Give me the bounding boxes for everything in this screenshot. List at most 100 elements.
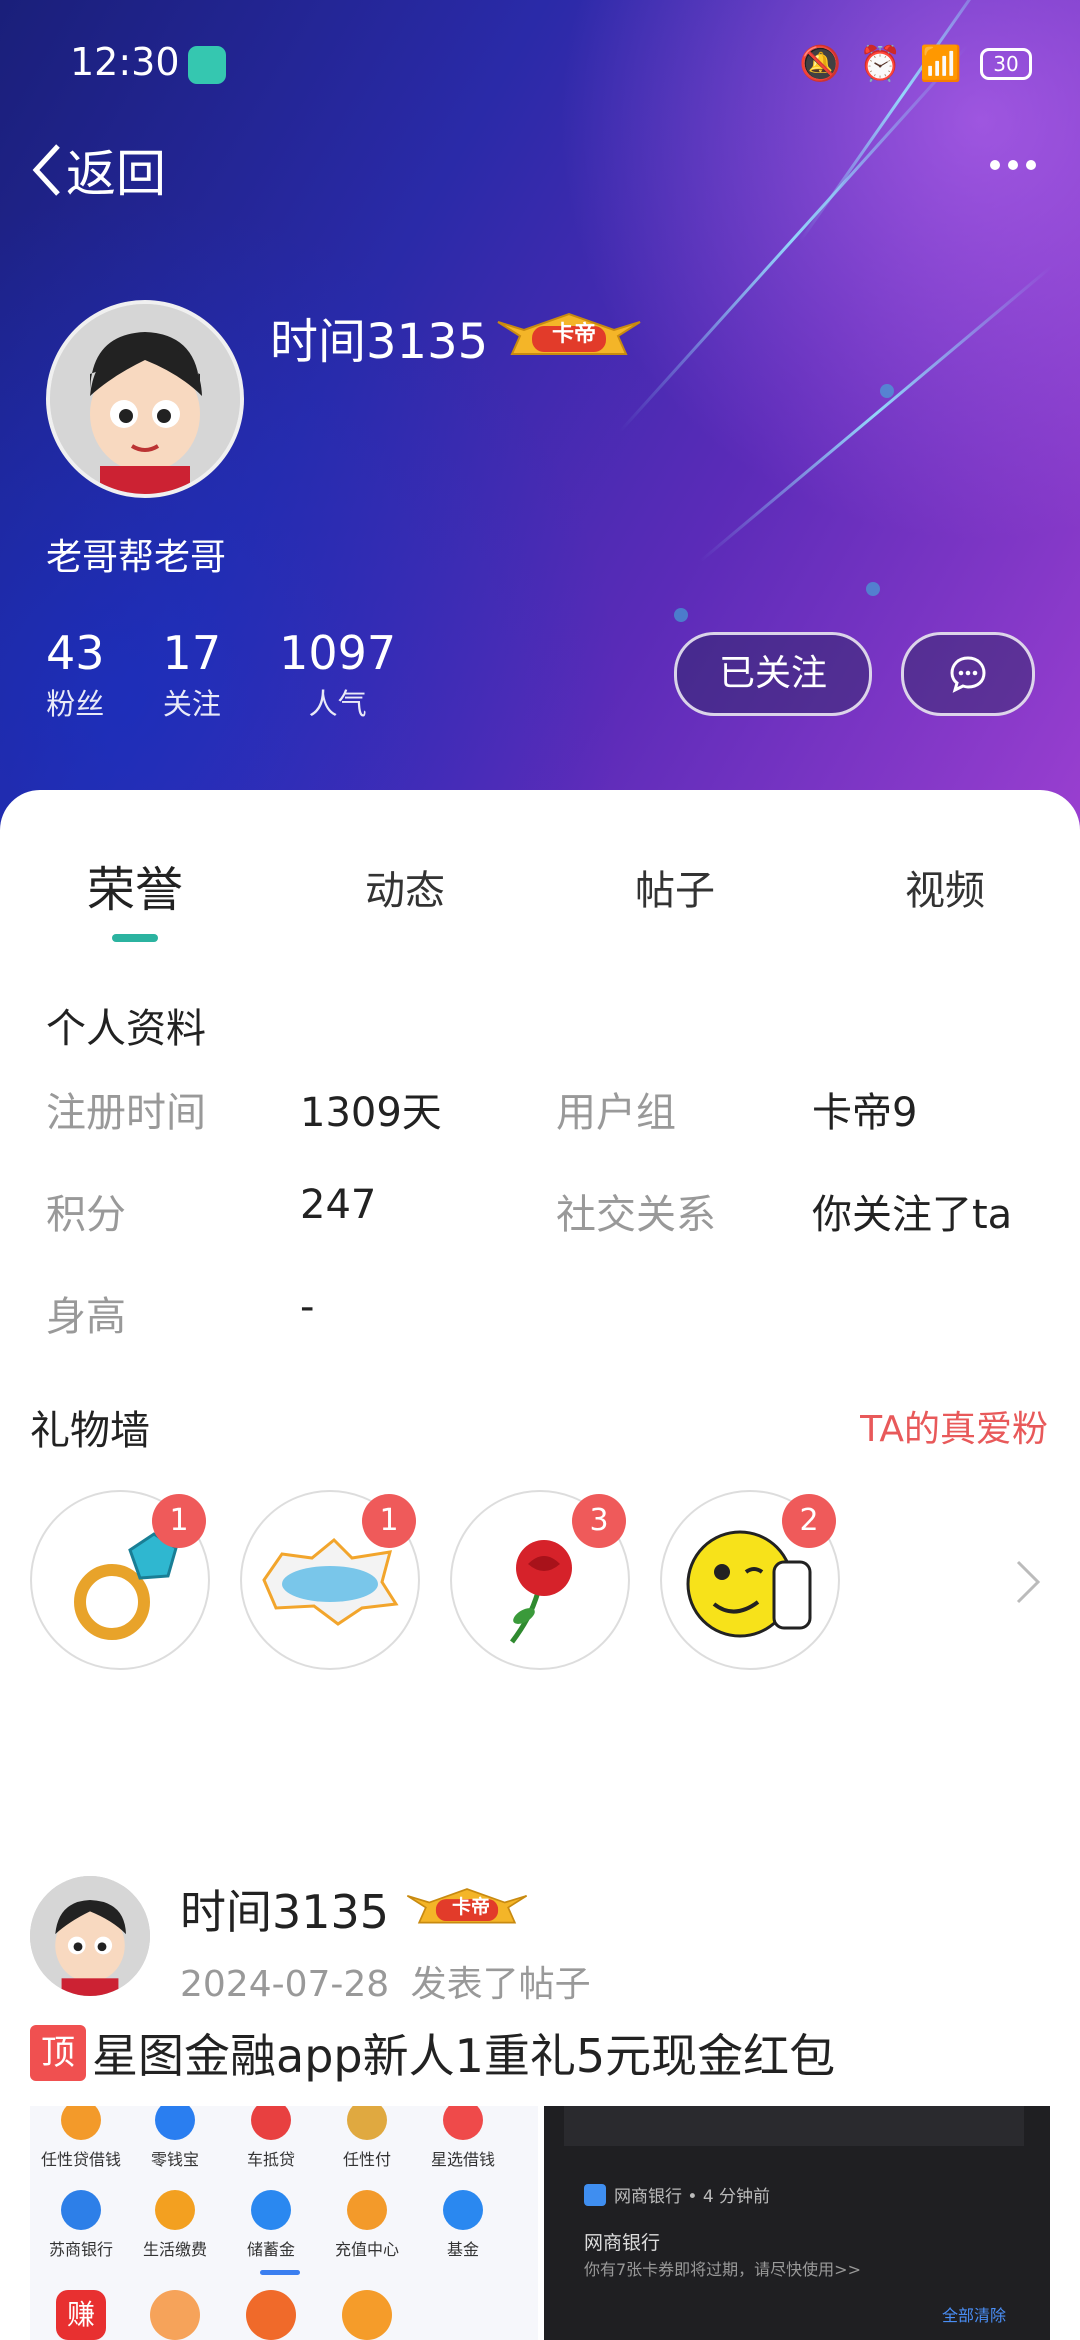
chevron-right-icon[interactable] — [1014, 1558, 1042, 1606]
battery-icon: 30 — [980, 48, 1032, 80]
post-author-name[interactable]: 时间3135 — [180, 1876, 389, 1942]
thumb-menu-item — [130, 2290, 220, 2340]
back-label: 返回 — [66, 145, 166, 203]
avatar-cartoon-icon — [30, 1876, 150, 1996]
username: 时间3135 — [270, 314, 489, 370]
follow-button[interactable]: 已关注 — [674, 632, 872, 716]
info-key: 社交关系 — [556, 1192, 716, 1238]
thumb-menu-item: 储蓄金 — [226, 2190, 316, 2260]
thumb-menu-item: 零钱宝 — [130, 2106, 220, 2170]
tab-videos[interactable]: 视频 — [845, 858, 1045, 916]
post-title-text: 星图金融app新人1重礼5元现金红包 — [92, 2029, 836, 2083]
gift-wall-title: 礼物墙 — [30, 1408, 150, 1454]
thumb-notification-app: 网商银行 • 4 分钟前 — [614, 2187, 771, 2207]
tab-posts[interactable]: 帖子 — [575, 858, 775, 916]
post-meta: 2024-07-28 发表了帖子 — [180, 1955, 591, 2007]
gift-item[interactable]: 3 — [450, 1490, 630, 1670]
message-button[interactable] — [901, 632, 1035, 716]
info-key: 积分 — [46, 1192, 126, 1238]
true-fans-link[interactable]: TA的真爱粉 — [860, 1400, 1048, 1452]
stat-popularity: 1097 人气 — [279, 625, 396, 723]
stat-label: 人气 — [308, 687, 367, 721]
chevron-left-icon — [32, 144, 60, 196]
decor-dot — [866, 582, 880, 596]
stats-row: 43 粉丝 17 关注 1097 人气 — [46, 625, 396, 723]
thumb-menu-item: 生活缴费 — [130, 2190, 220, 2260]
wifi-icon: 📶 — [919, 44, 962, 84]
info-key: 注册时间 — [46, 1090, 206, 1136]
post-author-avatar[interactable] — [30, 1876, 150, 1996]
thumb-menu-item: 充值中心 — [322, 2190, 412, 2260]
back-button[interactable]: 返回 — [30, 134, 166, 206]
decor-dot — [880, 384, 894, 398]
gift-count-badge: 1 — [362, 1494, 416, 1548]
gift-count-badge: 2 — [782, 1494, 836, 1548]
info-value: 卡帝9 — [812, 1090, 918, 1136]
thumb-menu-item: 车抵贷 — [226, 2106, 316, 2170]
more-options-button[interactable] — [990, 160, 1036, 170]
gift-item[interactable]: 1 — [30, 1490, 210, 1670]
stat-value: 43 — [46, 626, 105, 680]
info-value: - — [300, 1284, 315, 1330]
app-notification-icon — [188, 46, 226, 84]
tab-honor[interactable]: 荣誉 — [35, 850, 235, 920]
thumb-pager — [260, 2270, 300, 2275]
stat-value: 17 — [162, 626, 222, 680]
gift-count-badge: 3 — [572, 1494, 626, 1548]
rank-badge: 卡帝 — [404, 1884, 530, 1926]
info-value: 你关注了ta — [812, 1192, 1013, 1238]
tab-activity[interactable]: 动态 — [305, 858, 505, 916]
chat-bubble-icon — [950, 656, 986, 693]
light-streak — [798, 0, 1008, 243]
thumb-menu-item: 星选借钱 — [418, 2106, 508, 2170]
info-key: 用户组 — [556, 1090, 676, 1136]
post-image-2[interactable]: 网商银行 • 4 分钟前 网商银行 你有7张卡券即将过期，请尽快使用>> 全部清… — [544, 2106, 1050, 2340]
light-streak — [699, 264, 1054, 563]
status-icons: 🔕 ⏰ 📶 30 — [799, 44, 1032, 84]
info-key: 身高 — [46, 1294, 126, 1340]
stat-label: 粉丝 — [46, 687, 105, 721]
info-value: 1309天 — [300, 1090, 442, 1136]
rank-badge-label: 卡帝 — [452, 1896, 491, 1918]
gift-item[interactable]: 1 — [240, 1490, 420, 1670]
bank-app-icon — [584, 2183, 606, 2206]
thumb-menu-item: 苏商银行 — [36, 2190, 126, 2260]
stat-label: 关注 — [162, 687, 221, 721]
pinned-tag: 顶 — [30, 2025, 86, 2081]
thumb-menu-item: 任性贷借钱 — [36, 2106, 126, 2170]
profile-info-title: 个人资料 — [46, 1006, 206, 1052]
avatar-cartoon-icon — [50, 304, 240, 494]
gift-count-badge: 1 — [152, 1494, 206, 1548]
stat-fans[interactable]: 43 粉丝 — [46, 625, 105, 723]
active-tab-indicator — [112, 934, 158, 942]
thumb-menu-item: 赚 — [36, 2290, 126, 2340]
thumb-notification-header: 网商银行 • 4 分钟前 — [584, 2182, 770, 2207]
stat-value: 1097 — [279, 626, 397, 680]
light-streak — [618, 44, 970, 433]
thumb-menu-item: 基金 — [418, 2190, 508, 2260]
decor-dot — [674, 608, 688, 622]
rank-badge-label: 卡帝 — [552, 322, 597, 347]
user-bio: 老哥帮老哥 — [46, 537, 227, 578]
info-value: 247 — [300, 1182, 377, 1228]
thumb-menu-item — [322, 2290, 412, 2340]
thumb-notification-body: 你有7张卡券即将过期，请尽快使用>> — [584, 2260, 861, 2279]
post-image-1[interactable]: 任性贷借钱 零钱宝 车抵贷 任性付 星选借钱 苏商银行 生活缴费 储蓄金 充值中… — [30, 2106, 538, 2340]
post-title[interactable]: 顶 星图金融app新人1重礼5元现金红包 — [30, 2020, 835, 2086]
post-action: 发表了帖子 — [410, 1964, 591, 2005]
thumb-clear-all: 全部清除 — [941, 2306, 1006, 2325]
thumb-menu-item: 任性付 — [322, 2106, 412, 2170]
thumb-menu-item — [226, 2290, 316, 2340]
thumb-notification-top — [564, 2106, 1024, 2146]
gift-item[interactable]: 2 — [660, 1490, 840, 1670]
tab-bar: 荣誉 动态 帖子 视频 — [0, 850, 1080, 940]
post-date: 2024-07-28 — [180, 1964, 390, 2005]
alarm-icon: ⏰ — [859, 44, 902, 84]
status-bar: 12:30 🔕 ⏰ 📶 30 — [0, 38, 1080, 94]
avatar[interactable] — [46, 300, 244, 498]
rank-badge: 卡帝 — [494, 308, 644, 358]
thumb-notification-title: 网商银行 — [584, 2232, 661, 2254]
mute-icon: 🔕 — [798, 44, 842, 84]
status-time: 12:30 — [70, 40, 180, 84]
stat-following[interactable]: 17 关注 — [163, 625, 222, 723]
